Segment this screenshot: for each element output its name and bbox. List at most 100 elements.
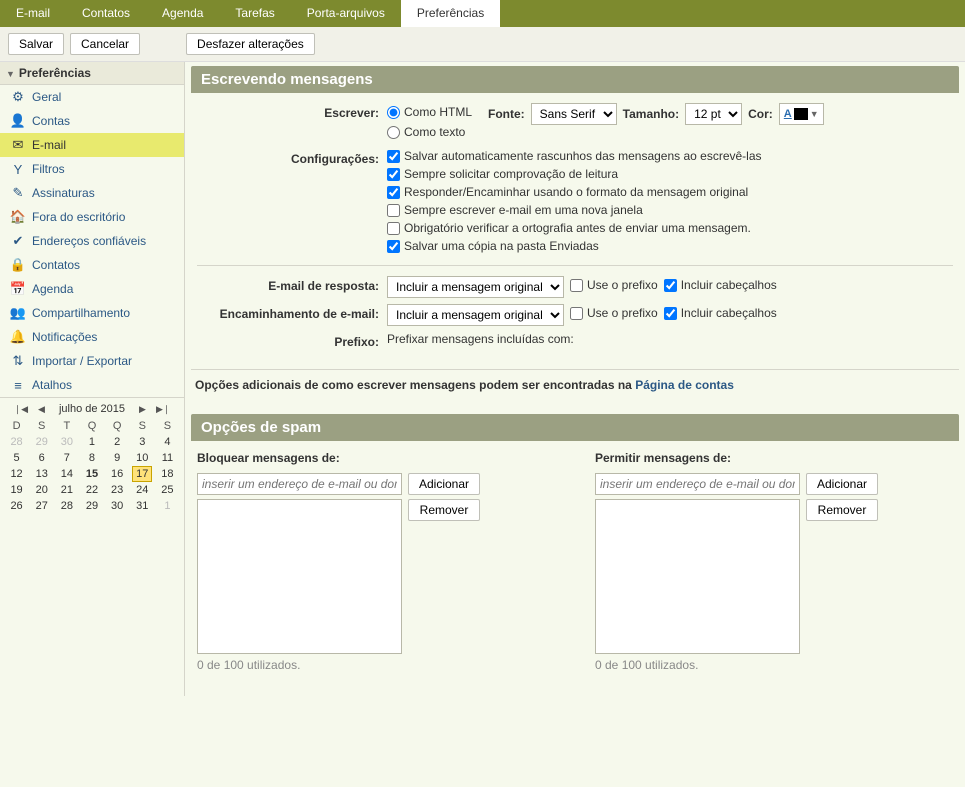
allow-add-button[interactable]: Adicionar [806, 473, 878, 495]
reply-include-headers[interactable]: Incluir cabeçalhos [664, 278, 777, 292]
chk-orig-format-input[interactable] [387, 186, 400, 199]
cal-day[interactable]: 27 [29, 498, 54, 514]
cal-day[interactable]: 20 [29, 482, 54, 498]
cal-day[interactable]: 17 [130, 466, 155, 482]
fwd-select[interactable]: Incluir a mensagem original [387, 304, 564, 326]
cal-day[interactable]: 7 [54, 450, 79, 466]
cal-day[interactable]: 8 [79, 450, 104, 466]
cal-day[interactable]: 4 [155, 434, 180, 450]
cal-day[interactable]: 15 [79, 466, 104, 482]
cal-day[interactable]: 19 [4, 482, 29, 498]
sidebar-item-contatos[interactable]: 🔒Contatos [0, 253, 184, 277]
sidebar-item-agenda[interactable]: 📅Agenda [0, 277, 184, 301]
cal-day[interactable]: 23 [105, 482, 130, 498]
chk-orig-format[interactable]: Responder/Encaminhar usando o formato da… [387, 185, 953, 199]
block-remove-button[interactable]: Remover [408, 499, 480, 521]
radio-as-html-input[interactable] [387, 106, 400, 119]
cal-day[interactable]: 14 [54, 466, 79, 482]
cal-next-icon[interactable]: ▶ [137, 404, 148, 415]
cal-day[interactable]: 11 [155, 450, 180, 466]
cal-day[interactable]: 28 [54, 498, 79, 514]
cal-day[interactable]: 12 [4, 466, 29, 482]
cal-day[interactable]: 24 [130, 482, 155, 498]
cal-day[interactable]: 30 [105, 498, 130, 514]
reply-use-prefix-input[interactable] [570, 279, 583, 292]
sidebar-item-contas[interactable]: 👤Contas [0, 109, 184, 133]
cal-day[interactable]: 10 [130, 450, 155, 466]
chk-spell-input[interactable] [387, 222, 400, 235]
fwd-use-prefix[interactable]: Use o prefixo [570, 306, 658, 320]
allow-listbox[interactable] [595, 499, 800, 654]
cal-day[interactable]: 13 [29, 466, 54, 482]
chk-new-window[interactable]: Sempre escrever e-mail em uma nova janel… [387, 203, 953, 217]
sidebar-header-preferencias[interactable]: Preferências [0, 62, 184, 85]
chk-receipt-input[interactable] [387, 168, 400, 181]
undo-changes-button[interactable]: Desfazer alterações [186, 33, 315, 55]
tab-tarefas[interactable]: Tarefas [219, 0, 290, 27]
radio-as-text[interactable]: Como texto [387, 125, 953, 139]
sidebar-item-endere-os-confi-veis[interactable]: ✔Endereços confiáveis [0, 229, 184, 253]
cal-day[interactable]: 9 [105, 450, 130, 466]
sidebar-item-geral[interactable]: ⚙Geral [0, 85, 184, 109]
chk-autosave-input[interactable] [387, 150, 400, 163]
size-select[interactable]: 12 pt [685, 103, 742, 125]
sidebar-item-e-mail[interactable]: ✉E-mail [0, 133, 184, 157]
allow-address-input[interactable] [595, 473, 800, 495]
cal-day[interactable]: 21 [54, 482, 79, 498]
cal-day[interactable]: 3 [130, 434, 155, 450]
cal-day[interactable]: 1 [79, 434, 104, 450]
block-listbox[interactable] [197, 499, 402, 654]
fwd-use-prefix-input[interactable] [570, 307, 583, 320]
color-picker[interactable]: A▼ [779, 103, 824, 125]
sidebar-item-notifica-es[interactable]: 🔔Notificações [0, 325, 184, 349]
block-address-input[interactable] [197, 473, 402, 495]
sidebar-item-importar-exportar[interactable]: ⇅Importar / Exportar [0, 349, 184, 373]
block-add-button[interactable]: Adicionar [408, 473, 480, 495]
cal-day[interactable]: 25 [155, 482, 180, 498]
cal-day[interactable]: 26 [4, 498, 29, 514]
cal-day[interactable]: 1 [155, 498, 180, 514]
cal-day[interactable]: 28 [4, 434, 29, 450]
sidebar-item-filtros[interactable]: YFiltros [0, 157, 184, 181]
reply-include-headers-input[interactable] [664, 279, 677, 292]
chk-new-window-input[interactable] [387, 204, 400, 217]
chk-receipt[interactable]: Sempre solicitar comprovação de leitura [387, 167, 953, 181]
cal-first-icon[interactable]: ❘◀ [12, 404, 30, 415]
reply-select[interactable]: Incluir a mensagem original [387, 276, 564, 298]
cal-day[interactable]: 6 [29, 450, 54, 466]
chk-spell[interactable]: Obrigatório verificar a ortografia antes… [387, 221, 953, 235]
cal-day[interactable]: 29 [29, 434, 54, 450]
sidebar-item-assinaturas[interactable]: ✎Assinaturas [0, 181, 184, 205]
chk-autosave[interactable]: Salvar automaticamente rascunhos das men… [387, 149, 953, 163]
cal-prev-icon[interactable]: ◀ [36, 404, 47, 415]
tab-porta-arquivos[interactable]: Porta-arquivos [291, 0, 401, 27]
cancel-button[interactable]: Cancelar [70, 33, 140, 55]
sidebar-item-atalhos[interactable]: ≡Atalhos [0, 373, 184, 397]
radio-as-text-input[interactable] [387, 126, 400, 139]
cal-last-icon[interactable]: ▶❘ [154, 404, 172, 415]
cal-day[interactable]: 30 [54, 434, 79, 450]
save-button[interactable]: Salvar [8, 33, 64, 55]
cal-day[interactable]: 16 [105, 466, 130, 482]
fwd-include-headers[interactable]: Incluir cabeçalhos [664, 306, 777, 320]
cal-day[interactable]: 2 [105, 434, 130, 450]
tab-e-mail[interactable]: E-mail [0, 0, 66, 27]
font-select[interactable]: Sans Serif [531, 103, 617, 125]
reply-use-prefix[interactable]: Use o prefixo [570, 278, 658, 292]
tab-contatos[interactable]: Contatos [66, 0, 146, 27]
cal-day[interactable]: 22 [79, 482, 104, 498]
sidebar-item-compartilhamento[interactable]: 👥Compartilhamento [0, 301, 184, 325]
cal-day[interactable]: 29 [79, 498, 104, 514]
accounts-page-link[interactable]: Página de contas [635, 378, 734, 392]
tab-prefer-ncias[interactable]: Preferências [401, 0, 500, 27]
tab-agenda[interactable]: Agenda [146, 0, 219, 27]
cal-day[interactable]: 31 [130, 498, 155, 514]
radio-as-html[interactable]: Como HTML [387, 105, 472, 119]
sidebar-item-fora-do-escrit-rio[interactable]: 🏠Fora do escritório [0, 205, 184, 229]
cal-day[interactable]: 18 [155, 466, 180, 482]
fwd-include-headers-input[interactable] [664, 307, 677, 320]
chk-save-sent[interactable]: Salvar uma cópia na pasta Enviadas [387, 239, 953, 253]
chk-save-sent-input[interactable] [387, 240, 400, 253]
allow-remove-button[interactable]: Remover [806, 499, 878, 521]
cal-day[interactable]: 5 [4, 450, 29, 466]
